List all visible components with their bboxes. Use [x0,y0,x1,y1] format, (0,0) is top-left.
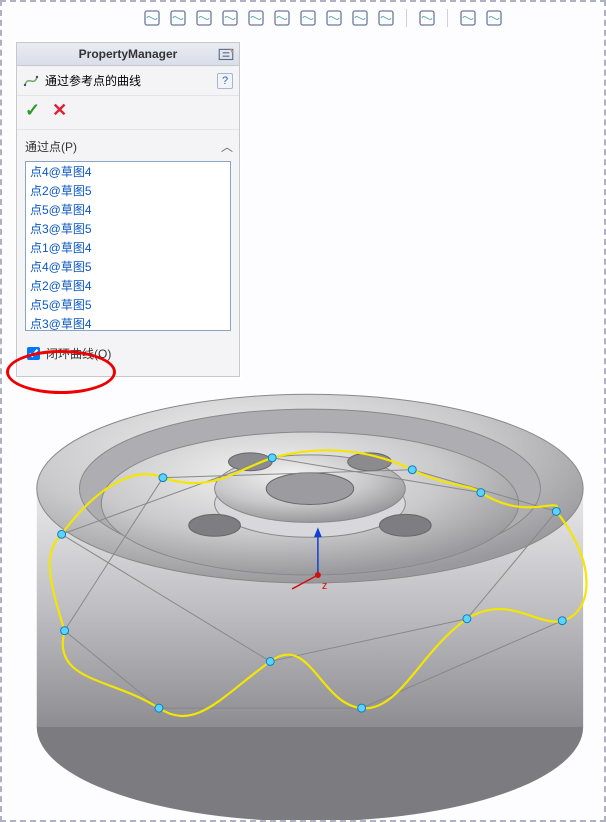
curve-point[interactable] [358,704,366,712]
pan-icon[interactable] [246,8,266,28]
property-manager-panel: PropertyManager 通过参考点的曲线 ? ✓ ✕ 通过点(P) ︿ … [16,42,240,377]
display-style-icon[interactable] [298,8,318,28]
curve-point[interactable] [477,489,485,497]
globe-icon[interactable] [168,8,188,28]
curve-point[interactable] [408,466,416,474]
curve-point[interactable] [58,530,66,538]
perspective-icon[interactable] [458,8,478,28]
point-list-row[interactable]: 点5@草图5 [26,295,230,314]
orbit-icon[interactable] [142,8,162,28]
closed-curve-row[interactable]: 闭环曲线(O) [17,335,239,376]
help-button[interactable]: ? [217,73,233,89]
triad-label: z [322,580,327,592]
hidden-lines-icon[interactable] [376,8,396,28]
section-through-points[interactable]: 通过点(P) ︿ [17,130,239,159]
curve-point[interactable] [155,704,163,712]
curve-point[interactable] [558,617,566,625]
curve-icon [23,73,39,89]
closed-curve-label: 闭环曲线(O) [46,345,111,362]
shade-edges-icon[interactable] [350,8,370,28]
curve-point[interactable] [552,507,560,515]
closed-curve-checkbox[interactable] [27,347,40,360]
curve-point[interactable] [266,657,274,665]
pm-title-bar: PropertyManager [17,43,239,66]
curve-point[interactable] [159,474,167,482]
curve-point[interactable] [61,627,69,635]
curve-point[interactable] [268,454,276,462]
window-icon[interactable] [484,8,504,28]
point-list-row[interactable]: 点3@草图4 [26,314,230,331]
pin-icon[interactable] [217,46,235,64]
point-list-row[interactable]: 点4@草图5 [26,257,230,276]
shade-icon[interactable] [324,8,344,28]
view-toolbar [142,8,504,28]
chevron-up-icon: ︿ [221,138,233,155]
point-list-row[interactable]: 点2@草图5 [26,181,230,200]
zoom-window-icon[interactable] [220,8,240,28]
point-list-row[interactable]: 点3@草图5 [26,219,230,238]
app-frame: z PropertyManager 通过参考点的曲线 ? ✓ ✕ 通过点(P) … [0,0,606,822]
pm-title-text: PropertyManager [79,47,178,61]
point-list-row[interactable]: 点2@草图4 [26,276,230,295]
section-icon[interactable] [272,8,292,28]
cancel-button[interactable]: ✕ [52,100,67,121]
curve-point[interactable] [463,615,471,623]
ok-button[interactable]: ✓ [25,100,40,121]
feature-header: 通过参考点的曲线 ? [17,66,239,96]
point-list-row[interactable]: 点4@草图4 [26,162,230,181]
zoom-fit-icon[interactable] [194,8,214,28]
point-list-row[interactable]: 点1@草图4 [26,238,230,257]
points-listbox[interactable]: 点4@草图4点2@草图5点5@草图4点3@草图5点1@草图4点4@草图5点2@草… [25,161,231,331]
wire-icon[interactable] [417,8,437,28]
part-body [37,394,583,820]
section-label: 通过点(P) [25,138,77,155]
point-list-row[interactable]: 点5@草图4 [26,200,230,219]
feature-name: 通过参考点的曲线 [45,72,141,89]
